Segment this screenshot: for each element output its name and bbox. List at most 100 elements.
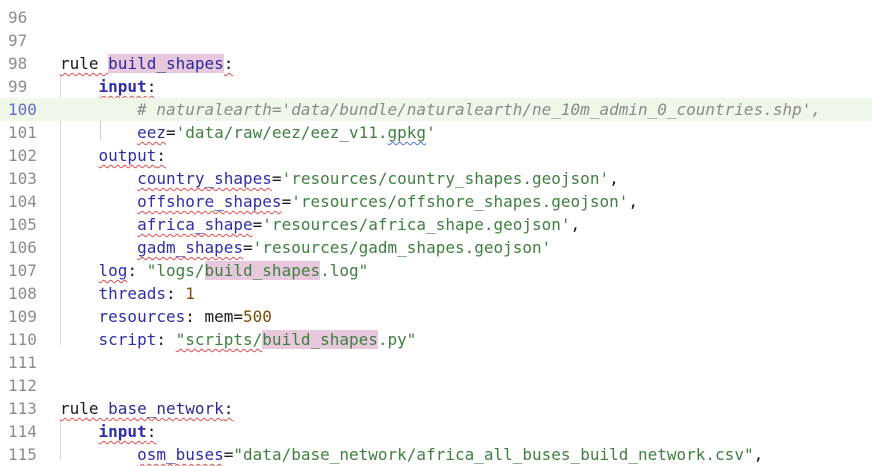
code-text[interactable]: threads: 1 xyxy=(60,282,195,305)
line-number: 100 xyxy=(8,100,37,119)
code-token: offshore_shapes xyxy=(137,192,282,211)
code-token: ' xyxy=(426,123,436,142)
code-editor[interactable]: 96 97 98 rule build_shapes: 99 input: 100 # n… xyxy=(0,0,872,464)
line-number: 99 xyxy=(8,77,28,96)
code-line[interactable]: 101 eez='data/raw/eez/eez_v11.gpkg' xyxy=(0,121,872,144)
code-line[interactable]: 104 offshore_shapes='resources/offshore_… xyxy=(0,190,872,213)
code-token: = xyxy=(281,192,292,211)
code-line[interactable]: 107 log: "logs/build_shapes.log" xyxy=(0,259,872,282)
code-token: , xyxy=(753,445,764,464)
code-token: .log" xyxy=(320,261,369,280)
code-text[interactable]: offshore_shapes='resources/offshore_shap… xyxy=(60,190,638,213)
code-line[interactable]: 108 threads: 1 xyxy=(0,282,872,305)
code-token: script xyxy=(98,330,157,349)
code-text[interactable]: log: "logs/build_shapes.log" xyxy=(60,259,368,282)
code-token: : xyxy=(146,422,157,441)
line-number: 112 xyxy=(8,376,37,395)
line-number: 107 xyxy=(8,261,37,280)
code-token: 'resources/africa_shape.geojson' xyxy=(262,215,571,234)
code-text[interactable]: resources: mem=500 xyxy=(60,305,272,328)
line-number: 96 xyxy=(8,8,28,27)
code-text[interactable]: # naturalearth='data/bundle/naturalearth… xyxy=(60,98,821,121)
code-token: eez xyxy=(137,123,166,142)
code-text[interactable]: input: xyxy=(60,420,157,443)
code-line[interactable]: 99 input: xyxy=(0,75,872,98)
line-number: 110 xyxy=(8,330,37,349)
code-token: input xyxy=(98,77,147,96)
code-token: , xyxy=(609,169,619,188)
code-line[interactable]: 110 script: "scripts/build_shapes.py" xyxy=(0,328,872,351)
code-text[interactable]: eez='data/raw/eez/eez_v11.gpkg' xyxy=(60,121,436,144)
code-token: "scripts/ xyxy=(175,330,263,349)
code-text[interactable]: output: xyxy=(60,144,166,167)
code-token: osm_buses xyxy=(137,445,224,464)
code-token: rule xyxy=(60,399,109,418)
code-text[interactable]: osm_buses="data/base_network/africa_all_… xyxy=(60,443,763,466)
code-token: : xyxy=(223,399,234,418)
code-line[interactable]: 112 xyxy=(0,374,872,397)
line-number: 103 xyxy=(8,169,37,188)
code-text[interactable]: script: "scripts/build_shapes.py" xyxy=(60,328,416,351)
code-line[interactable]: 106 gadm_shapes='resources/gadm_shapes.g… xyxy=(0,236,872,259)
code-line[interactable]: 103 country_shapes='resources/country_sh… xyxy=(0,167,872,190)
code-text[interactable]: africa_shape='resources/africa_shape.geo… xyxy=(60,213,580,236)
code-text[interactable]: gadm_shapes='resources/gadm_shapes.geojs… xyxy=(60,236,551,259)
code-line[interactable]: 96 xyxy=(0,6,872,29)
code-line[interactable]: 100 # naturalearth='data/bundle/naturale… xyxy=(0,98,872,121)
code-line[interactable]: 109 resources: mem=500 xyxy=(0,305,872,328)
line-number: 108 xyxy=(8,284,37,303)
line-number: 97 xyxy=(8,31,28,50)
line-number: 109 xyxy=(8,307,37,326)
code-token: 1 xyxy=(185,284,195,303)
line-number: 105 xyxy=(8,215,37,234)
code-token: build_shapes xyxy=(204,261,321,280)
line-number: 102 xyxy=(8,146,37,165)
code-token: : xyxy=(165,284,186,303)
code-token: = xyxy=(271,169,282,188)
code-token: : mem= xyxy=(185,307,244,326)
code-line[interactable]: 97 xyxy=(0,29,872,52)
code-text[interactable]: rule base_network: xyxy=(60,397,233,420)
line-number: 111 xyxy=(8,353,37,372)
code-line[interactable]: 114 input: xyxy=(0,420,872,443)
code-line[interactable]: 113 rule base_network: xyxy=(0,397,872,420)
code-token: 500 xyxy=(243,307,272,326)
code-token: .py" xyxy=(377,330,417,349)
code-token: , xyxy=(628,192,638,211)
code-token: country_shapes xyxy=(137,169,272,188)
line-number: 98 xyxy=(8,54,28,73)
code-line[interactable]: 105 africa_shape='resources/africa_shape… xyxy=(0,213,872,236)
code-line[interactable]: 111 xyxy=(0,351,872,374)
code-line[interactable]: 115 osm_buses="data/base_network/africa_… xyxy=(0,443,872,466)
code-token: : xyxy=(223,54,234,73)
code-line[interactable]: 98 rule build_shapes: xyxy=(0,52,872,75)
line-number: 113 xyxy=(8,399,37,418)
code-line[interactable]: 102 output: xyxy=(0,144,872,167)
code-token: output xyxy=(98,146,157,165)
code-token: = xyxy=(252,215,263,234)
code-token: build_shapes xyxy=(262,330,378,349)
code-token: = xyxy=(165,123,176,142)
code-token: threads xyxy=(98,284,166,303)
code-text[interactable]: input: xyxy=(60,75,157,98)
code-token: : xyxy=(146,77,157,96)
code-token: gadm_shapes xyxy=(137,238,244,257)
code-token: # naturalearth='data/bundle/naturalearth… xyxy=(137,100,821,119)
code-token: base_network xyxy=(108,399,224,418)
code-token: = xyxy=(223,445,234,464)
code-token: 'resources/gadm_shapes.geojson' xyxy=(252,238,552,257)
code-text[interactable]: country_shapes='resources/country_shapes… xyxy=(60,167,619,190)
code-token: 'resources/offshore_shapes.geojson' xyxy=(291,192,629,211)
code-text[interactable]: rule build_shapes: xyxy=(60,52,233,75)
code-token: log xyxy=(98,261,128,280)
